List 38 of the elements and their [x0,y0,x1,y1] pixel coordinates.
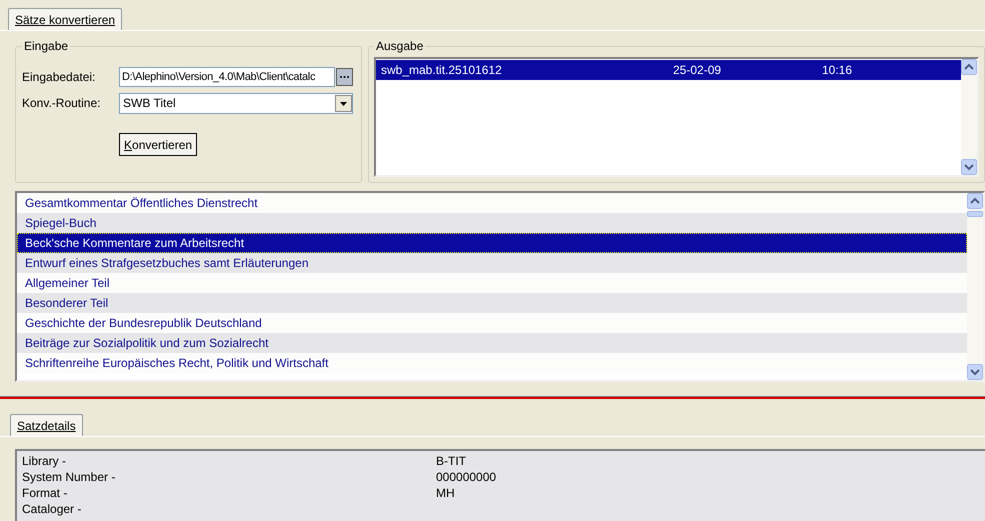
title-row[interactable]: Gesamtkommentar Öffentliches Dienstrecht [17,193,967,213]
scroll-up-icon[interactable] [961,59,977,75]
detail-label: System Number - [22,469,116,486]
scroll-down-icon[interactable] [961,159,977,175]
file-path-field[interactable]: D:\Alephino\Version_4.0\Mab\Client\catalc [119,67,335,87]
field-label: Konv.-Routine: [22,95,102,112]
title-row[interactable]: Besonderer Teil [17,293,967,313]
title-row[interactable]: Beck'sche Kommentare zum Arbeitsrecht [17,233,967,253]
group-title: Eingabe [23,38,70,55]
detail-value: 000000000 [436,469,496,486]
tab[interactable]: Sätze konvertieren [8,8,122,30]
title-row[interactable]: Entwurf eines Strafgesetzbuches samt Erläuterungen [17,253,967,273]
ellipsis-icon[interactable] [336,68,353,86]
convert-button[interactable]: Konvertieren [119,133,198,156]
scroll-up-icon[interactable] [967,193,983,209]
detail-label: Cataloger - [22,501,82,518]
detail-value: MH [436,485,455,502]
scrollbar[interactable] [967,193,983,380]
title-row[interactable]: Schriftenreihe Europäisches Recht, Politik und Wirtschaft [17,353,967,373]
file-date: 25-02-09 [673,62,722,79]
scrollbar[interactable] [961,59,977,175]
routine-dropdown[interactable]: SWB Titel [119,92,353,114]
detail-label: Library - [22,453,68,470]
dropdown-caret-icon[interactable] [335,94,352,112]
title-row[interactable]: Allgemeiner Teil [17,273,967,293]
file-name: swb_mab.tit.25101612 [380,62,503,79]
field-label: Eingabedatei: [22,69,96,86]
scroll-down-icon[interactable] [967,364,983,380]
file-time: 10:16 [822,62,852,79]
title-row[interactable]: Beiträge zur Sozialpolitik und zum Sozialrecht [17,333,967,353]
tab[interactable]: Satzdetails [10,414,83,436]
group-title: Ausgabe [375,38,424,55]
detail-value: B-TIT [436,453,466,470]
scroll-thumb[interactable] [967,211,983,217]
output-row[interactable]: swb_mab.tit.25101612 25-02-09 10:16 [376,60,961,80]
title-row[interactable]: Spiegel-Buch [17,213,967,233]
title-row[interactable]: Geschichte der Bundesrepublik Deutschland [17,313,967,333]
detail-label: Format - [22,485,68,502]
